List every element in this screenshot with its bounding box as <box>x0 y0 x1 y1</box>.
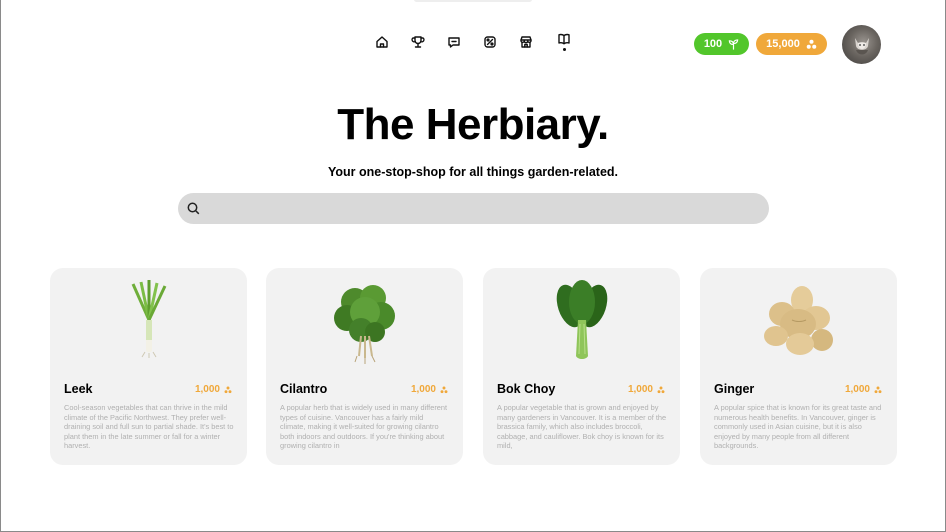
points-value: 100 <box>703 38 723 50</box>
plant-card-ginger[interactable]: Ginger 1,000 A popular spice that is kno… <box>700 268 897 465</box>
nav-herbiary[interactable] <box>554 29 574 51</box>
coins-value: 15,000 <box>766 38 800 50</box>
card-description: A popular vegetable that is grown and en… <box>497 403 667 451</box>
sprout-icon <box>728 38 739 50</box>
bok-choy-image <box>483 280 680 365</box>
points-badge[interactable]: 100 <box>694 33 749 55</box>
coins-icon <box>440 386 448 393</box>
card-name: Ginger <box>714 382 755 396</box>
home-icon <box>376 36 388 48</box>
search-input[interactable] <box>208 193 769 224</box>
coins-icon <box>657 386 665 393</box>
card-price: 1,000 <box>628 384 665 395</box>
leek-image <box>50 280 247 365</box>
card-description: A popular spice that is known for its gr… <box>714 403 882 451</box>
card-description: Cool-season vegetables that can thrive i… <box>64 403 234 451</box>
search-bar[interactable] <box>178 193 769 224</box>
nav-messages[interactable] <box>444 32 464 52</box>
nav-home[interactable] <box>372 32 392 52</box>
cat-photo <box>855 38 869 55</box>
avatar[interactable] <box>842 25 881 64</box>
plant-card-bok-choy[interactable]: Bok Choy 1,000 A popular vegetable that … <box>483 268 680 465</box>
cilantro-image <box>266 280 463 365</box>
nav-leaderboard[interactable] <box>408 32 428 52</box>
nav-badges[interactable] <box>480 32 500 52</box>
plant-card-leek[interactable]: Leek 1,000 Cool-season vegetables that c… <box>50 268 247 465</box>
coins-badge[interactable]: 15,000 <box>756 33 827 55</box>
card-price: 1,000 <box>195 384 232 395</box>
page-title: The Herbiary. <box>337 100 609 149</box>
message-icon <box>448 37 460 48</box>
card-description: A popular herb that is widely used in ma… <box>280 403 448 451</box>
badge-icon <box>484 36 496 48</box>
top-handle <box>414 0 532 2</box>
card-name: Bok Choy <box>497 382 556 396</box>
page-subtitle: Your one-stop-shop for all things garden… <box>327 165 619 179</box>
card-price: 1,000 <box>411 384 448 395</box>
coins-icon <box>874 386 882 393</box>
card-price: 1,000 <box>845 384 882 395</box>
active-indicator <box>563 48 566 51</box>
coins-icon <box>806 39 817 49</box>
plant-card-cilantro[interactable]: Cilantro 1,000 A popular herb that is wi… <box>266 268 463 465</box>
book-icon <box>558 33 570 45</box>
search-icon <box>187 202 200 215</box>
ginger-image <box>700 280 897 365</box>
nav-store[interactable] <box>516 32 536 52</box>
store-icon <box>520 36 532 48</box>
card-name: Cilantro <box>280 382 328 396</box>
coins-icon <box>224 386 232 393</box>
trophy-icon <box>411 36 425 48</box>
card-name: Leek <box>64 382 93 396</box>
